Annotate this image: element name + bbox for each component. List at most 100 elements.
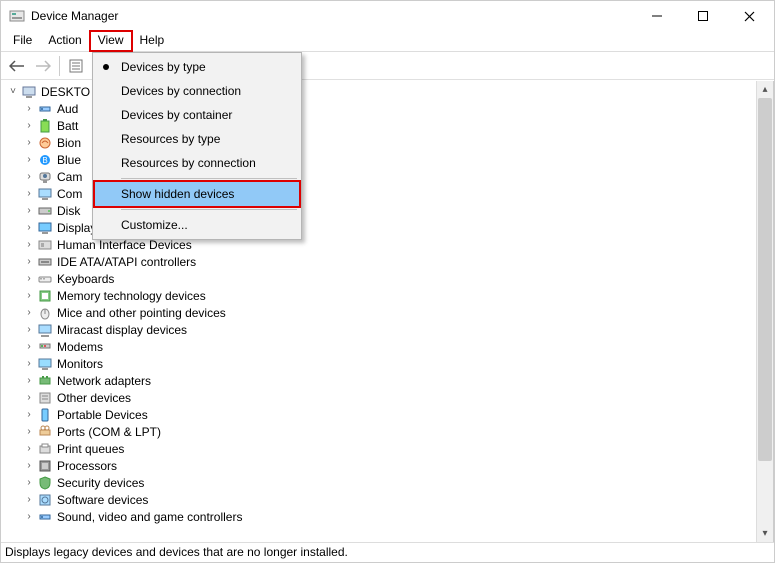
back-button[interactable] bbox=[5, 54, 29, 78]
tree-item[interactable]: › Sound, video and game controllers bbox=[7, 508, 773, 525]
tree-label: Network adapters bbox=[57, 374, 151, 388]
device-category-icon: B bbox=[37, 152, 53, 168]
device-category-icon bbox=[37, 186, 53, 202]
expand-icon[interactable]: › bbox=[23, 205, 35, 217]
expand-icon[interactable]: › bbox=[23, 137, 35, 149]
expand-icon[interactable]: › bbox=[23, 460, 35, 472]
expand-icon[interactable]: › bbox=[23, 222, 35, 234]
tree-label: Monitors bbox=[57, 357, 103, 371]
device-category-icon bbox=[37, 458, 53, 474]
tree-label: Cam bbox=[57, 170, 82, 184]
menu-file[interactable]: File bbox=[5, 31, 40, 51]
expand-icon[interactable]: › bbox=[23, 171, 35, 183]
expand-icon[interactable]: › bbox=[23, 494, 35, 506]
tree-item[interactable]: › Software devices bbox=[7, 491, 773, 508]
expand-icon[interactable]: › bbox=[23, 307, 35, 319]
menu-separator bbox=[121, 209, 297, 210]
menu-help[interactable]: Help bbox=[132, 31, 173, 51]
expand-icon[interactable]: › bbox=[23, 239, 35, 251]
tree-label: Mice and other pointing devices bbox=[57, 306, 226, 320]
device-category-icon bbox=[37, 356, 53, 372]
menu-item-label: Resources by type bbox=[121, 132, 220, 146]
forward-button[interactable] bbox=[31, 54, 55, 78]
expand-icon[interactable]: › bbox=[23, 103, 35, 115]
expand-icon[interactable]: › bbox=[23, 324, 35, 336]
expand-icon[interactable]: › bbox=[23, 477, 35, 489]
scrollbar-thumb[interactable] bbox=[758, 98, 772, 461]
menu-resources-by-type[interactable]: Resources by type bbox=[95, 127, 299, 151]
device-category-icon bbox=[37, 339, 53, 355]
expand-icon[interactable]: › bbox=[23, 188, 35, 200]
expand-icon[interactable]: › bbox=[23, 290, 35, 302]
device-category-icon bbox=[37, 424, 53, 440]
expand-icon[interactable]: › bbox=[23, 392, 35, 404]
properties-button[interactable] bbox=[64, 54, 88, 78]
expand-icon[interactable]: › bbox=[23, 511, 35, 523]
menu-devices-by-connection[interactable]: Devices by connection bbox=[95, 79, 299, 103]
expand-icon[interactable]: › bbox=[23, 256, 35, 268]
scroll-down-icon[interactable]: ▾ bbox=[757, 525, 773, 542]
expand-icon[interactable]: › bbox=[23, 426, 35, 438]
expand-icon[interactable]: › bbox=[23, 341, 35, 353]
menu-action[interactable]: Action bbox=[40, 31, 89, 51]
tree-item[interactable]: ›IDE ATA/ATAPI controllers bbox=[7, 253, 773, 270]
menu-item-label: Devices by type bbox=[121, 60, 206, 74]
device-category-icon bbox=[37, 441, 53, 457]
maximize-button[interactable] bbox=[680, 1, 726, 31]
tree-item[interactable]: › Keyboards bbox=[7, 270, 773, 287]
menu-separator bbox=[121, 178, 297, 179]
menu-devices-by-type[interactable]: Devices by type bbox=[95, 55, 299, 79]
menu-view[interactable]: View bbox=[90, 31, 132, 51]
expand-icon[interactable]: › bbox=[23, 273, 35, 285]
tree-label: Aud bbox=[57, 102, 78, 116]
menu-show-hidden-devices[interactable]: Show hidden devices bbox=[95, 182, 299, 206]
tree-label: Print queues bbox=[57, 442, 124, 456]
scroll-up-icon[interactable]: ▴ bbox=[757, 81, 773, 98]
menu-devices-by-container[interactable]: Devices by container bbox=[95, 103, 299, 127]
device-category-icon bbox=[37, 101, 53, 117]
bullet-icon bbox=[103, 64, 109, 70]
minimize-button[interactable] bbox=[634, 1, 680, 31]
collapse-icon[interactable]: ˅ bbox=[7, 86, 19, 98]
tree-item[interactable]: ›Ports (COM & LPT) bbox=[7, 423, 773, 440]
tree-label: DESKTO bbox=[41, 85, 90, 99]
tree-item[interactable]: ›Portable Devices bbox=[7, 406, 773, 423]
device-category-icon bbox=[37, 220, 53, 236]
menu-resources-by-connection[interactable]: Resources by connection bbox=[95, 151, 299, 175]
device-category-icon bbox=[37, 322, 53, 338]
tree-label: Sound, video and game controllers bbox=[57, 510, 242, 524]
tree-item[interactable]: › Memory technology devices bbox=[7, 287, 773, 304]
device-category-icon bbox=[37, 373, 53, 389]
tree-item[interactable]: › Network adapters bbox=[7, 372, 773, 389]
tree-label: Memory technology devices bbox=[57, 289, 206, 303]
vertical-scrollbar[interactable]: ▴ ▾ bbox=[756, 81, 773, 542]
scrollbar-track[interactable] bbox=[757, 98, 773, 525]
expand-icon[interactable]: › bbox=[23, 443, 35, 455]
tree-label: Blue bbox=[57, 153, 81, 167]
expand-icon[interactable]: › bbox=[23, 409, 35, 421]
device-category-icon bbox=[37, 390, 53, 406]
tree-item[interactable]: ›Processors bbox=[7, 457, 773, 474]
device-category-icon bbox=[37, 492, 53, 508]
menu-customize[interactable]: Customize... bbox=[95, 213, 299, 237]
menu-item-label: Show hidden devices bbox=[121, 187, 234, 201]
tree-item[interactable]: › Mice and other pointing devices bbox=[7, 304, 773, 321]
expand-icon[interactable]: › bbox=[23, 375, 35, 387]
expand-icon[interactable]: › bbox=[23, 120, 35, 132]
tree-item[interactable]: › Modems bbox=[7, 338, 773, 355]
tree-label: Modems bbox=[57, 340, 103, 354]
tree-item[interactable]: ›Miracast display devices bbox=[7, 321, 773, 338]
expand-icon[interactable]: › bbox=[23, 154, 35, 166]
device-category-icon bbox=[37, 288, 53, 304]
tree-item[interactable]: › Other devices bbox=[7, 389, 773, 406]
tree-item[interactable]: › Print queues bbox=[7, 440, 773, 457]
tree-label: Software devices bbox=[57, 493, 148, 507]
tree-item[interactable]: › Monitors bbox=[7, 355, 773, 372]
toolbar-separator bbox=[59, 56, 60, 76]
tree-item[interactable]: ›Security devices bbox=[7, 474, 773, 491]
expand-icon[interactable]: › bbox=[23, 358, 35, 370]
tree-label: Other devices bbox=[57, 391, 131, 405]
close-button[interactable] bbox=[726, 1, 772, 31]
tree-label: Keyboards bbox=[57, 272, 114, 286]
device-category-icon bbox=[37, 237, 53, 253]
